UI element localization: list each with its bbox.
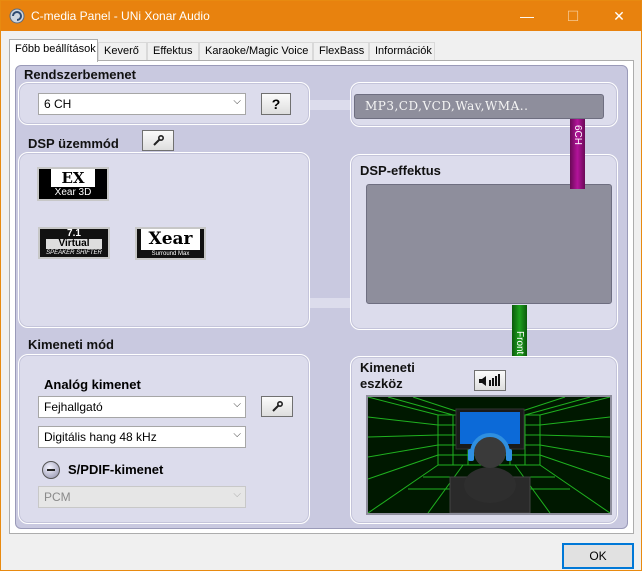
- output-device-heading: Kimeneti eszköz: [360, 360, 415, 392]
- speaker-config-button[interactable]: [474, 370, 506, 391]
- speaker-shifter-text: SPEAKER SHIFTER: [46, 250, 102, 256]
- output-mode-heading: Kimeneti mód: [28, 337, 114, 352]
- channels-value: 6 CH: [44, 97, 72, 111]
- chevron-down-icon: ⌵: [233, 399, 241, 410]
- xear-surround-max-button[interactable]: Xear Surround Max: [135, 227, 206, 260]
- wrench-icon: [153, 134, 165, 146]
- xear3d-label: Xear 3D: [54, 187, 92, 198]
- connector: [310, 298, 350, 308]
- surround-max-text: Surround Max: [151, 251, 190, 257]
- dsp-effect-display: [366, 184, 612, 304]
- minus-icon: [47, 469, 55, 471]
- close-button[interactable]: ✕: [596, 1, 642, 31]
- chevron-down-icon: ⌵: [233, 489, 241, 500]
- spdif-toggle[interactable]: [42, 461, 60, 479]
- headphone-listener-scene: [366, 395, 612, 515]
- spdif-format-select[interactable]: PCM ⌵: [38, 486, 246, 508]
- analog-output-value: Fejhallgató: [44, 400, 103, 414]
- tab-karaoke[interactable]: Karaoke/Magic Voice: [199, 42, 313, 61]
- cmedia-app-icon: [9, 8, 25, 24]
- chevron-down-icon: ⌵: [233, 429, 241, 440]
- tab-effects[interactable]: Effektus: [147, 42, 199, 61]
- xear3d-logo-text: EX: [51, 169, 95, 187]
- analog-output-select[interactable]: Fejhallgató ⌵: [38, 396, 246, 418]
- tab-main-settings[interactable]: Főbb beállítások: [9, 39, 98, 62]
- tab-panel: Rendszerbemenet 6 CH ⌵ ? MP3,CD,VCD,Wav,…: [9, 60, 634, 534]
- analog-settings-button[interactable]: [261, 396, 293, 417]
- settings-board: Rendszerbemenet 6 CH ⌵ ? MP3,CD,VCD,Wav,…: [15, 65, 628, 529]
- wrench-icon: [272, 400, 284, 412]
- xear3d-mode-button[interactable]: EX Xear 3D: [37, 167, 109, 201]
- front-bar-label: Front: [514, 331, 525, 355]
- digital-output-value: Digitális hang 48 kHz: [44, 430, 157, 444]
- digital-output-select[interactable]: Digitális hang 48 kHz ⌵: [38, 426, 246, 448]
- help-button[interactable]: ?: [261, 93, 291, 115]
- tab-mixer[interactable]: Keverő: [98, 42, 147, 61]
- virtual-speaker-shifter-button[interactable]: 7.1 Virtual SPEAKER SHIFTER: [38, 227, 110, 259]
- connector: [310, 100, 350, 110]
- spdif-format-value: PCM: [44, 490, 71, 504]
- tab-flexbass[interactable]: FlexBass: [313, 42, 369, 61]
- minimize-button[interactable]: —: [504, 1, 550, 31]
- channel-signal-bar: 6CH: [570, 119, 585, 189]
- app-window: C-media Panel - UNi Xonar Audio — ☐ ✕ Fő…: [0, 0, 642, 571]
- dsp-mode-heading: DSP üzemmód: [28, 136, 119, 151]
- chevron-down-icon: ⌵: [233, 96, 241, 107]
- virtual-text: Virtual: [46, 239, 102, 249]
- source-display: MP3,CD,VCD,Wav,WMA..: [354, 94, 604, 119]
- system-input-heading: Rendszerbemenet: [24, 67, 136, 82]
- tab-information[interactable]: Információk: [369, 42, 435, 61]
- speaker-volume-icon: [479, 373, 500, 386]
- dsp-settings-button[interactable]: [142, 130, 174, 151]
- analog-output-heading: Analóg kimenet: [44, 377, 141, 392]
- spdif-label: S/PDIF-kimenet: [68, 462, 164, 477]
- output-device-heading-line2: eszköz: [360, 376, 403, 391]
- listener-illustration: [368, 397, 610, 513]
- ok-button[interactable]: OK: [562, 543, 634, 569]
- channels-select[interactable]: 6 CH ⌵: [38, 93, 246, 115]
- maximize-button[interactable]: ☐: [550, 1, 596, 31]
- title-bar[interactable]: C-media Panel - UNi Xonar Audio — ☐ ✕: [1, 1, 641, 31]
- channel-bar-label: 6CH: [572, 125, 583, 146]
- output-device-heading-line1: Kimeneti: [360, 360, 415, 375]
- dsp-effect-heading: DSP-effektus: [360, 163, 441, 178]
- xear-logo-text: Xear: [141, 229, 200, 250]
- window-title: C-media Panel - UNi Xonar Audio: [31, 9, 210, 23]
